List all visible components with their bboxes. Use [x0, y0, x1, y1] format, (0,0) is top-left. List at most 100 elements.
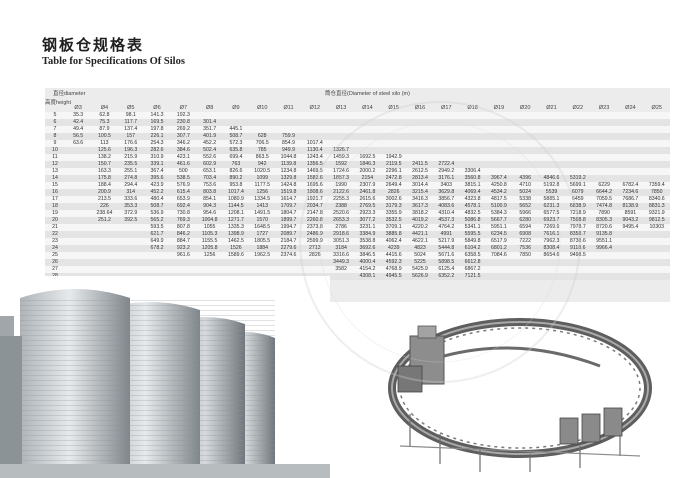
table-row: 5 35.3 62.8 98.1 141.3 192.3 — [45, 112, 670, 119]
capacity-cell: 4537.3 — [433, 217, 460, 224]
capacity-cell — [249, 119, 276, 126]
diameter-header-cell: Ø24 — [625, 105, 636, 111]
capacity-cell: 9135.8 — [590, 231, 618, 238]
capacity-cell — [617, 126, 644, 133]
capacity-cell: 1271.7 — [222, 217, 250, 224]
capacity-cell: 7850 — [512, 252, 539, 259]
capacity-cell — [459, 126, 486, 133]
capacity-cell — [643, 140, 670, 147]
capacity-cell: 6234.5 — [485, 231, 513, 238]
capacity-cell — [564, 168, 591, 175]
capacity-cell: 508.7 — [143, 203, 171, 210]
capacity-cell: 890.2 — [222, 175, 250, 182]
capacity-cell: 6594 — [512, 224, 539, 231]
capacity-cell: 3617.3 — [406, 203, 434, 210]
capacity-cell: 692.4 — [170, 203, 197, 210]
capacity-cell — [538, 147, 565, 154]
capacity-cell — [564, 147, 591, 154]
capacity-cell — [643, 175, 670, 182]
capacity-cell — [170, 266, 197, 273]
capacity-cell: 3077.2 — [354, 217, 381, 224]
capacity-cell: 8720.6 — [590, 224, 618, 231]
capacity-cell — [91, 238, 118, 245]
capacity-cell: 1017.4 — [301, 140, 328, 147]
capacity-cell: 7218.9 — [564, 210, 591, 217]
capacity-cell: 269.2 — [170, 126, 197, 133]
capacity-cell: 1942.9 — [380, 154, 407, 161]
capacity-cell: 2255.3 — [327, 196, 355, 203]
diameter-header-cell: Ø10 — [256, 105, 268, 111]
capacity-cell: 9118.6 — [564, 245, 591, 252]
capacity-cell — [433, 154, 460, 161]
capacity-cell — [380, 112, 407, 119]
capacity-cell: 238.64 — [91, 210, 118, 217]
capacity-cell: 192.3 — [170, 112, 197, 119]
capacity-cell — [564, 140, 591, 147]
capacity-cell: 4396 — [512, 175, 539, 182]
capacity-cell — [433, 140, 460, 147]
capacity-cell — [538, 119, 565, 126]
table-row: 10 125.6 196.3 282.6 384.6 502.4 635.8 785 949.9… — [45, 147, 670, 154]
capacity-cell: 4592.3 — [380, 259, 407, 266]
capacity-cell: 169.5 — [143, 119, 171, 126]
capacity-cell — [91, 245, 118, 252]
capacity-cell — [564, 273, 591, 280]
capacity-cell: 6517.9 — [485, 238, 513, 245]
capacity-cell — [65, 252, 92, 259]
capacity-cell: 961.6 — [170, 252, 197, 259]
capacity-cell — [617, 161, 644, 168]
height-cell: 5 — [45, 112, 65, 119]
capacity-cell: 4220.2 — [406, 224, 434, 231]
capacity-cell — [485, 259, 513, 266]
capacity-cell — [538, 140, 565, 147]
capacity-cell: 197.8 — [143, 126, 171, 133]
capacity-cell — [564, 154, 591, 161]
capacity-cell: 7121.5 — [459, 273, 486, 280]
capacity-cell — [222, 266, 250, 273]
capacity-cell: 3709.1 — [380, 224, 407, 231]
capacity-cell — [406, 112, 434, 119]
capacity-cell — [643, 238, 670, 245]
diameter-header-cell: Ø17 — [441, 105, 452, 111]
capacity-cell — [117, 259, 144, 266]
capacity-cell: 5595.5 — [459, 231, 486, 238]
capacity-cell: 942 — [249, 161, 276, 168]
capacity-cell: 1326.7 — [327, 147, 355, 154]
capacity-cell: 5192.8 — [538, 182, 565, 189]
capacity-cell: 4323.8 — [459, 196, 486, 203]
capacity-cell — [406, 126, 434, 133]
capacity-cell — [485, 112, 513, 119]
capacity-cell: 1592 — [327, 161, 355, 168]
capacity-cell: 401.9 — [196, 133, 223, 140]
capacity-cell — [643, 112, 670, 119]
capacity-cell: 1398.9 — [222, 231, 250, 238]
capacity-cell — [459, 119, 486, 126]
table-row: 12 150.7 235.5 339.1 461.6 602.9 763 942 1139.8 1… — [45, 161, 670, 168]
capacity-cell: 3316.6 — [327, 252, 355, 259]
capacity-cell — [65, 161, 92, 168]
capacity-cell — [170, 259, 197, 266]
height-cell: 17 — [45, 196, 65, 203]
capacity-cell: 5951.1 — [485, 224, 513, 231]
diameter-header-cell: Ø4 — [100, 105, 109, 111]
capacity-cell: 188.4 — [91, 182, 118, 189]
capacity-cell: 62.8 — [91, 112, 118, 119]
height-cell: 18 — [45, 203, 65, 210]
capacity-cell: 753.6 — [196, 182, 223, 189]
capacity-cell: 1105.3 — [196, 231, 223, 238]
capacity-cell: 2034.7 — [301, 203, 328, 210]
capacity-cell — [249, 112, 276, 119]
capacity-cell: 9812.5 — [643, 217, 670, 224]
capacity-cell: 4534.2 — [485, 189, 513, 196]
capacity-cell: 7978.7 — [564, 224, 591, 231]
capacity-cell: 461.6 — [170, 161, 197, 168]
table-row: 27 3582 4154.2 4768.9 5425.9 6125.4 6867.2 — [45, 266, 670, 273]
capacity-cell: 7890 — [590, 210, 618, 217]
capacity-cell: 2786 — [327, 224, 355, 231]
capacity-cell: 500 — [170, 168, 197, 175]
height-cell: 10 — [45, 147, 65, 154]
capacity-cell — [327, 119, 355, 126]
capacity-cell — [538, 273, 565, 280]
capacity-cell: 10303 — [643, 224, 670, 231]
capacity-cell: 7269.9 — [538, 224, 565, 231]
